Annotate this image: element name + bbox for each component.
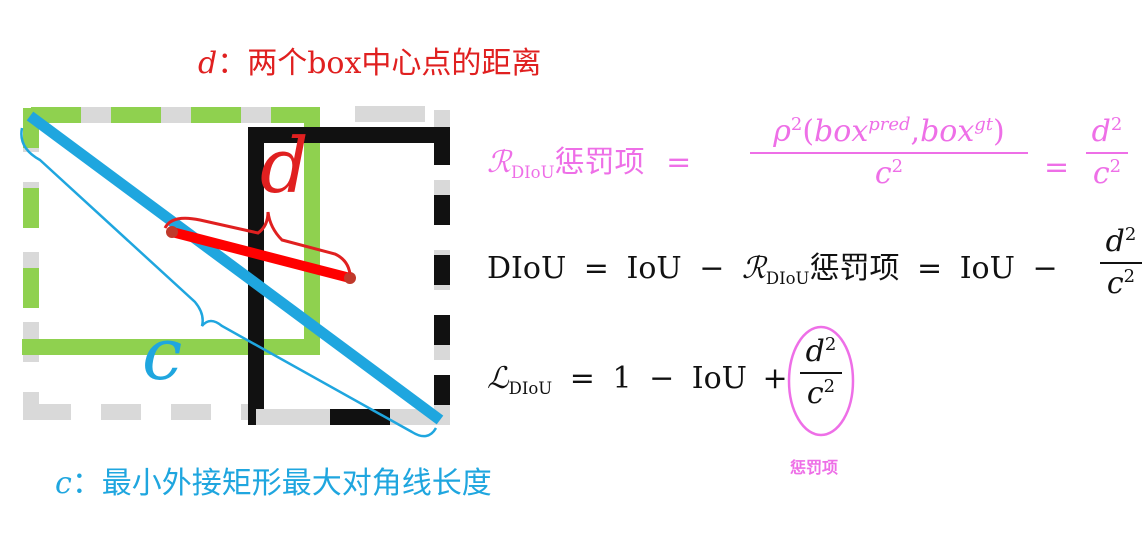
penalty-ellipse-layer: [787, 325, 855, 437]
diou-diagram-canvas: d：两个box中心点的距离 d c c：最小外接矩形最大对角线长度 ℛDIoU惩…: [0, 0, 1146, 534]
penalty-ellipse: [787, 325, 855, 437]
penalty-label: 惩罚项: [790, 458, 839, 477]
